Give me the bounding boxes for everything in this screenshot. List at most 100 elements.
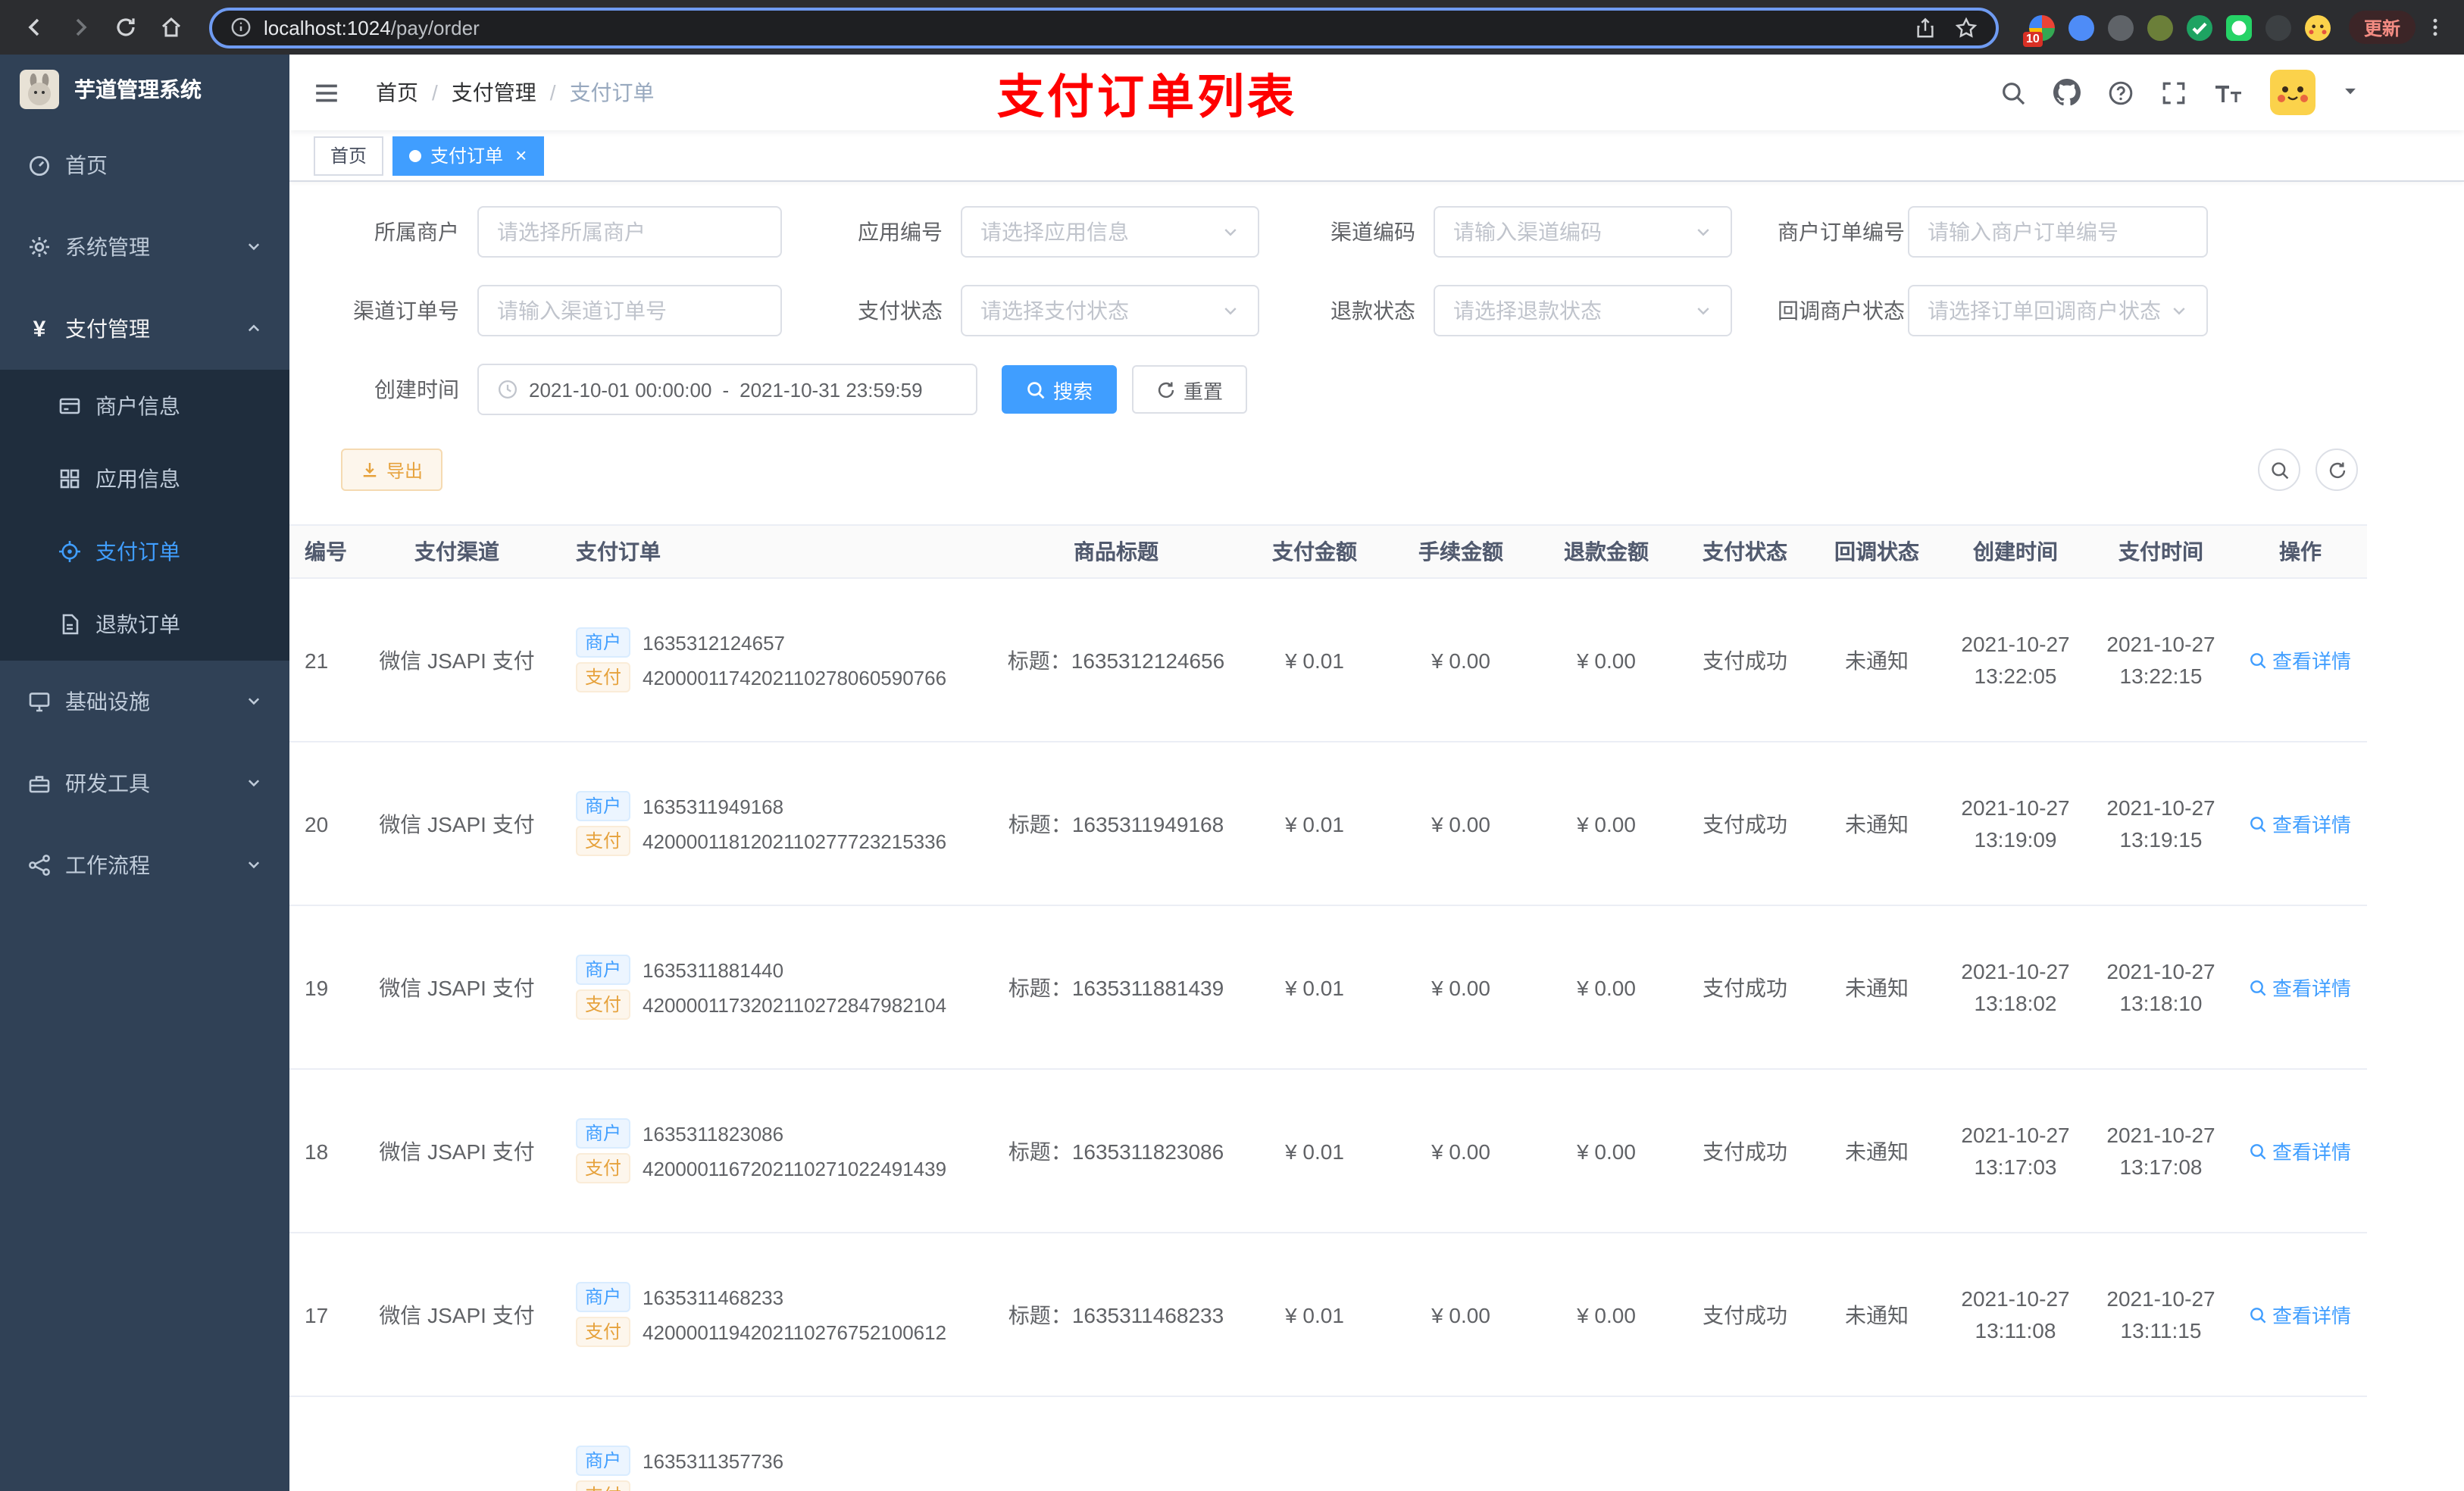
search-icon xyxy=(2251,1307,2267,1323)
reset-button[interactable]: 重置 xyxy=(1132,365,1248,414)
breadcrumb-home[interactable]: 首页 xyxy=(376,77,418,108)
view-detail-link[interactable]: 查看详情 xyxy=(2234,1136,2367,1165)
top-navbar: 首页 / 支付管理 / 支付订单 支付订单列表 xyxy=(289,55,2464,130)
bookmark-star-icon[interactable] xyxy=(1955,16,1978,39)
clock-icon xyxy=(497,379,518,400)
sidebar-toggle-button[interactable] xyxy=(314,80,339,105)
tools-icon xyxy=(27,771,52,796)
search-icon[interactable] xyxy=(2000,80,2026,105)
home-icon xyxy=(161,17,181,37)
chevron-up-icon xyxy=(245,317,262,341)
browser-extensions: 10 xyxy=(2022,14,2331,46)
browser-reload-button[interactable] xyxy=(106,8,145,47)
tab-home[interactable]: 首页 xyxy=(314,136,384,175)
chevron-down-icon xyxy=(245,689,262,714)
share-icon[interactable] xyxy=(1914,16,1937,39)
pay-tag: 支付 xyxy=(576,1480,631,1491)
merchant-tag: 商户 xyxy=(576,627,631,658)
create-time-label: 创建时间 xyxy=(374,377,459,402)
merchant-tag: 商户 xyxy=(576,1118,631,1149)
chevron-down-icon xyxy=(245,771,262,796)
reload-icon xyxy=(117,18,135,36)
avatar-caret-icon[interactable] xyxy=(2343,79,2358,106)
browser-menu-button[interactable] xyxy=(2422,15,2449,39)
create-time-range-picker[interactable]: 2021-10-01 00:00:00 - 2021-10-31 23:59:5… xyxy=(477,364,977,415)
card-icon xyxy=(58,394,82,418)
sidebar-item-dev-tools[interactable]: 研发工具 xyxy=(0,742,289,824)
browser-forward-button[interactable] xyxy=(61,8,100,47)
hamburger-icon xyxy=(316,83,337,102)
font-size-icon[interactable] xyxy=(2214,80,2243,105)
export-button[interactable]: 导出 xyxy=(341,449,443,491)
view-detail-link[interactable]: 查看详情 xyxy=(2234,1300,2367,1329)
merchant-select[interactable]: 请选择所属商户 xyxy=(477,206,782,258)
channel-order-no-input[interactable] xyxy=(477,285,782,336)
channel-code-select[interactable]: 请输入渠道编码 xyxy=(1434,206,1732,258)
callback-status-select[interactable]: 请选择订单回调商户状态 xyxy=(1908,285,2208,336)
extension-chat-icon[interactable] xyxy=(2225,14,2252,40)
refund-status-select[interactable]: 请选择退款状态 xyxy=(1434,285,1732,336)
breadcrumb-payment[interactable]: 支付管理 xyxy=(452,77,536,108)
view-detail-link[interactable]: 查看详情 xyxy=(2234,973,2367,1002)
search-icon xyxy=(2271,461,2288,479)
screen: localhost:1024/pay/order 10 更新 芋道管理系统 首页… xyxy=(0,0,2464,1491)
yen-icon: ¥ xyxy=(33,316,46,342)
app-logo[interactable]: 芋道管理系统 xyxy=(0,55,289,124)
pay-status-select[interactable]: 请选择支付状态 xyxy=(961,285,1259,336)
extension-colorwheel-icon[interactable]: 10 xyxy=(2022,14,2055,46)
refresh-table-button[interactable] xyxy=(2315,449,2358,491)
extension-check-icon[interactable] xyxy=(2186,14,2212,40)
search-icon xyxy=(1027,381,1045,399)
extension-dark-icon[interactable] xyxy=(2265,14,2291,40)
table-settings xyxy=(2258,449,2358,491)
extension-gray-icon[interactable] xyxy=(2107,14,2134,40)
browser-home-button[interactable] xyxy=(152,8,191,47)
sidebar-item-payment[interactable]: ¥ 支付管理 xyxy=(0,288,289,370)
browser-update-button[interactable]: 更新 xyxy=(2348,11,2416,44)
address-bar[interactable]: localhost:1024/pay/order xyxy=(209,7,1999,48)
pay-tag: 支付 xyxy=(576,989,631,1020)
sidebar-item-workflow[interactable]: 工作流程 xyxy=(0,824,289,906)
extension-olive-icon[interactable] xyxy=(2147,14,2173,40)
date-range-separator: - xyxy=(722,378,730,401)
extension-badge: 10 xyxy=(2022,31,2043,46)
merchant-tag: 商户 xyxy=(576,1446,631,1476)
user-avatar[interactable] xyxy=(2270,70,2315,115)
refund-status-label: 退款状态 xyxy=(1330,299,1415,323)
sidebar-item-refund-order[interactable]: 退款订单 xyxy=(0,588,289,661)
search-icon xyxy=(2251,980,2267,996)
fullscreen-icon[interactable] xyxy=(2161,80,2187,105)
download-icon xyxy=(363,463,377,477)
sidebar-item-infrastructure[interactable]: 基础设施 xyxy=(0,661,289,742)
merchant-tag: 商户 xyxy=(576,791,631,821)
sidebar-item-system[interactable]: 系统管理 xyxy=(0,206,289,288)
table-header: 编号 支付渠道 支付订单 商品标题 支付金额 手续金额 退款金额 支付状态 回调… xyxy=(289,524,2367,579)
table-toolbar: 导出 xyxy=(289,436,2464,503)
github-icon[interactable] xyxy=(2053,79,2081,106)
extension-blue-icon[interactable] xyxy=(2068,14,2094,40)
sidebar-item-home[interactable]: 首页 xyxy=(0,124,289,206)
workflow-icon xyxy=(27,853,52,877)
sidebar-item-pay-order[interactable]: 支付订单 xyxy=(0,515,289,588)
chevron-down-icon xyxy=(245,235,262,259)
refresh-icon xyxy=(2328,461,2345,478)
view-detail-link[interactable]: 查看详情 xyxy=(2234,645,2367,674)
view-detail-link[interactable]: 查看详情 xyxy=(2234,809,2367,838)
browser-back-button[interactable] xyxy=(15,8,55,47)
merchant-order-no-input[interactable] xyxy=(1908,206,2208,258)
table-body: 21 微信 JSAPI 支付 商户 1635312124657 支付 4200001… xyxy=(289,579,2367,1491)
search-button[interactable]: 搜索 xyxy=(1002,365,1118,414)
sidebar-item-merchant-info[interactable]: 商户信息 xyxy=(0,370,289,442)
help-icon[interactable] xyxy=(2108,80,2134,105)
extension-pikachu-icon[interactable] xyxy=(2304,14,2331,40)
app-no-select[interactable]: 请选择应用信息 xyxy=(961,206,1259,258)
toggle-search-button[interactable] xyxy=(2258,449,2300,491)
tab-pay-order[interactable]: 支付订单 × xyxy=(392,136,544,175)
merchant-tag: 商户 xyxy=(576,955,631,985)
main-content: 首页 / 支付管理 / 支付订单 支付订单列表 首页 支付订单 × 所属商户 请… xyxy=(289,55,2464,1491)
sidebar-item-app-info[interactable]: 应用信息 xyxy=(0,442,289,515)
back-icon xyxy=(28,18,39,36)
chevron-down-icon xyxy=(2170,302,2188,320)
kebab-icon xyxy=(2433,18,2437,36)
close-tab-icon[interactable]: × xyxy=(515,145,527,165)
